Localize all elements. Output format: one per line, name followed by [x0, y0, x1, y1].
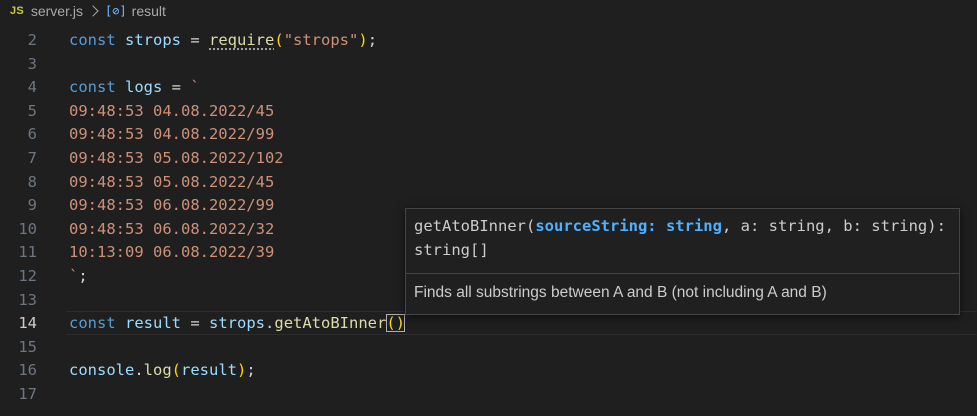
- code-token: ;: [246, 361, 256, 380]
- code-token: (): [386, 314, 406, 333]
- code-token: getAtoBInner: [274, 314, 387, 333]
- code-line[interactable]: 15: [0, 335, 977, 359]
- line-code: 09:48:53 05.08.2022/102: [69, 146, 284, 170]
- function-signature: getAtoBInner(sourceString: string, a: st…: [414, 214, 954, 262]
- javascript-file-icon: JS: [10, 5, 24, 17]
- line-number: 2: [27, 31, 37, 49]
- code-token: strops: [125, 31, 182, 49]
- line-code: const strops = require("strops");: [69, 28, 377, 52]
- code-token: require: [209, 31, 275, 49]
- line-code: const logs = `: [69, 75, 200, 99]
- code-token: const: [69, 78, 116, 97]
- signature-prefix: getAtoBInner(: [414, 217, 536, 235]
- code-token: .: [265, 314, 275, 333]
- line-number: 16: [18, 361, 37, 380]
- line-number: 11: [18, 243, 37, 262]
- line-code: 09:48:53 06.08.2022/99: [69, 193, 274, 217]
- variable-symbol-icon: [⊘]: [104, 4, 127, 18]
- code-token: =: [181, 314, 210, 333]
- breadcrumb-symbol[interactable]: result: [132, 3, 166, 19]
- line-number: 15: [18, 337, 37, 356]
- line-number: 5: [27, 101, 37, 120]
- code-token: ): [358, 31, 368, 49]
- code-line[interactable]: 3: [0, 52, 977, 76]
- line-number: 4: [27, 78, 37, 97]
- code-token: =: [181, 31, 210, 49]
- code-token: 09:48:53 06.08.2022/32: [69, 219, 275, 238]
- code-line[interactable]: 8 09:48:53 05.08.2022/45: [0, 170, 977, 194]
- code-token: =: [162, 78, 191, 97]
- line-number: 8: [27, 172, 37, 191]
- line-number: 3: [27, 54, 37, 73]
- line-code: 09:48:53 04.08.2022/99: [69, 122, 274, 146]
- line-code: 10:13:09 06.08.2022/39: [69, 240, 274, 264]
- code-token: (: [274, 31, 284, 49]
- code-token: const: [69, 314, 116, 333]
- line-number: 12: [18, 267, 37, 285]
- line-number: 10: [18, 219, 37, 238]
- line-number: 7: [27, 149, 37, 167]
- line-code: 09:48:53 05.08.2022/45: [69, 170, 274, 194]
- code-token: 09:48:53 05.08.2022/102: [69, 149, 284, 167]
- code-token: 09:48:53 04.08.2022/45: [69, 101, 275, 120]
- code-token: strops: [209, 314, 266, 333]
- code-line[interactable]: 17: [0, 382, 977, 406]
- code-token: result: [125, 314, 182, 333]
- code-token: result: [181, 361, 238, 380]
- line-code: const result = strops.getAtoBInner(): [69, 311, 406, 335]
- code-token: ;: [78, 267, 88, 285]
- code-line[interactable]: 7 09:48:53 05.08.2022/102: [0, 146, 977, 170]
- popup-divider: [406, 273, 959, 274]
- code-token: 09:48:53 05.08.2022/45: [69, 172, 275, 191]
- line-code: console.log(result);: [69, 358, 256, 382]
- line-number: 14: [18, 314, 37, 333]
- line-number: 17: [18, 385, 37, 403]
- signature-help-popup: getAtoBInner(sourceString: string, a: st…: [405, 208, 960, 315]
- code-token: .: [134, 361, 144, 380]
- code-token: `: [190, 78, 200, 97]
- line-code: 09:48:53 06.08.2022/32: [69, 217, 274, 241]
- line-number: 6: [27, 125, 37, 144]
- line-number: 13: [18, 290, 37, 309]
- line-code: `;: [69, 264, 88, 288]
- line-code: 09:48:53 04.08.2022/45: [69, 99, 274, 123]
- line-number: 9: [27, 196, 37, 215]
- code-token: const: [69, 31, 116, 49]
- code-token: log: [143, 361, 172, 380]
- code-token: ): [237, 361, 247, 380]
- code-token: ;: [367, 31, 378, 49]
- code-token: `: [69, 267, 79, 285]
- breadcrumb: JS server.js [⊘] result: [0, 0, 977, 22]
- code-token: 09:48:53 04.08.2022/99: [69, 125, 275, 144]
- code-token: 09:48:53 06.08.2022/99: [69, 196, 275, 215]
- function-documentation: Finds all substrings between A and B (no…: [414, 284, 827, 301]
- code-token: "strops": [283, 31, 359, 49]
- code-token: (: [171, 361, 182, 380]
- code-line[interactable]: 16 console.log(result);: [0, 358, 977, 382]
- code-line[interactable]: 6 09:48:53 04.08.2022/99: [0, 122, 977, 146]
- code-token: console: [69, 361, 135, 380]
- code-line[interactable]: 5 09:48:53 04.08.2022/45: [0, 99, 977, 123]
- active-parameter: sourceString: string: [535, 217, 722, 235]
- chevron-right-icon: [87, 5, 99, 17]
- code-line[interactable]: 2 const strops = require("strops");: [0, 28, 977, 52]
- code-token: 10:13:09 06.08.2022/39: [69, 243, 275, 262]
- code-token: logs: [125, 78, 163, 97]
- breadcrumb-file[interactable]: server.js: [31, 3, 83, 19]
- code-line[interactable]: 4 const logs = `: [0, 75, 977, 99]
